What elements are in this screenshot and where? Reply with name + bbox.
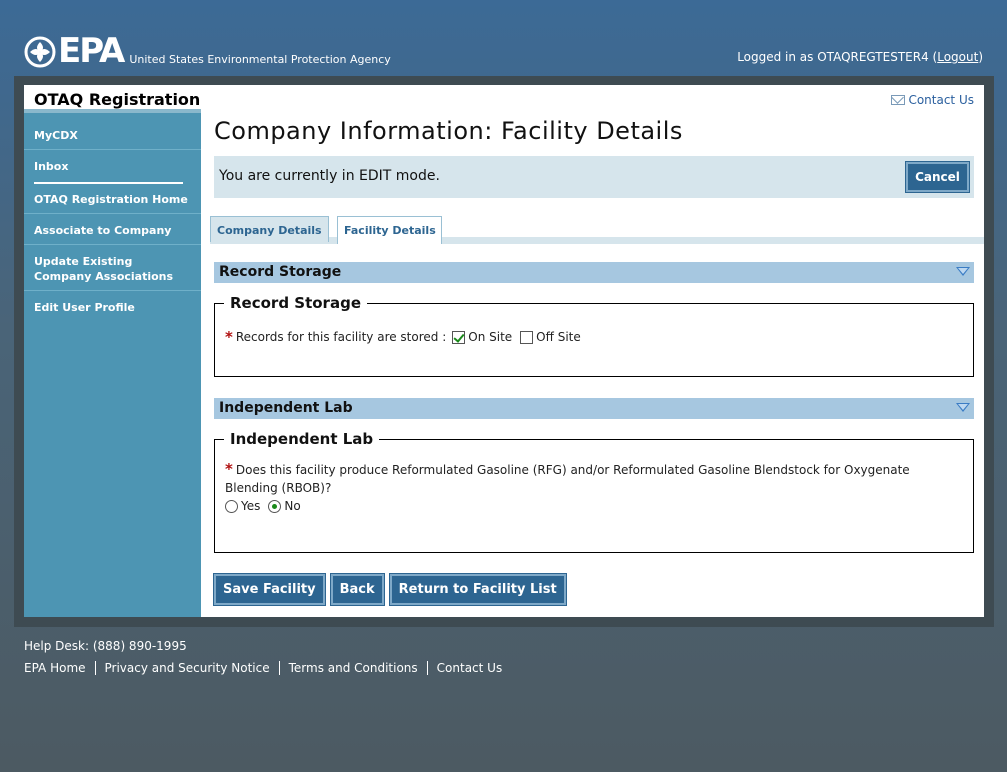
yes-label: Yes [241,499,261,513]
independent-lab-section-title: Independent Lab [219,400,353,416]
login-status: Logged in as OTAQREGTESTER4 (Logout) [737,50,983,64]
page-title: Company Information: Facility Details [214,117,683,145]
no-label: No [284,499,301,513]
sidebar-item-update-associations[interactable]: Update Existing Company Associations [24,245,201,291]
record-storage-question: Records for this facility are stored : [235,330,447,344]
footer-links: EPA Home Privacy and Security Notice Ter… [24,661,511,675]
on-site-label: On Site [468,330,513,344]
independent-lab-section-header[interactable]: Independent Lab [214,398,974,419]
rfg-radio-group: Yes No [225,499,973,513]
required-asterisk: * [225,328,233,346]
main-panel: OTAQ Registration MyCDX Inbox OTAQ Regis… [24,85,984,617]
sidebar-nav: MyCDX Inbox OTAQ Registration Home Assoc… [24,119,201,321]
record-storage-fieldset: Record Storage * Records for this facili… [214,294,974,377]
question-line2: Blending (RBOB)? [225,481,332,495]
footer-link-epa-home[interactable]: EPA Home [24,661,95,675]
epa-logo[interactable]: EPA United States Environmental Protecti… [24,34,391,68]
footer-link-contact[interactable]: Contact Us [426,661,512,675]
on-site-checkbox[interactable] [452,330,466,344]
independent-lab-question: * Does this facility produce Reformulated… [225,460,973,497]
return-to-list-button[interactable]: Return to Facility List [388,573,567,606]
cancel-button[interactable]: Cancel [905,161,970,193]
login-suffix: ) [978,50,983,64]
independent-lab-legend: Independent Lab [230,430,374,448]
form-actions: Save Facility Back Return to Facility Li… [213,573,567,606]
tab-facility-details[interactable]: Facility Details [337,216,442,244]
edit-mode-bar: You are currently in EDIT mode. Cancel [214,156,974,198]
required-asterisk: * [225,460,233,478]
sidebar-item-inbox[interactable]: Inbox [24,150,201,180]
record-storage-legend: Record Storage [230,294,361,312]
off-site-label: Off Site [536,330,581,344]
sidebar-item-edit-profile[interactable]: Edit User Profile [24,291,201,321]
record-storage-row: * Records for this facility are stored :… [225,328,973,346]
collapse-arrow-icon[interactable] [956,267,970,276]
yes-radio[interactable] [225,499,238,513]
sidebar-title: OTAQ Registration [24,85,201,113]
main-frame: OTAQ Registration MyCDX Inbox OTAQ Regis… [14,76,994,627]
site-footer: Help Desk: (888) 890-1995 EPA Home Priva… [24,639,511,675]
login-text: Logged in as OTAQREGTESTER4 ( [737,50,938,64]
content-area: Contact Us Company Information: Facility… [201,85,984,617]
independent-lab-fieldset: Independent Lab * Does this facility prod… [214,430,974,553]
save-facility-button[interactable]: Save Facility [213,573,326,606]
footer-link-privacy[interactable]: Privacy and Security Notice [94,661,279,675]
question-line1: Does this facility produce Reformulated … [235,463,910,477]
no-radio[interactable] [268,499,282,513]
collapse-arrow-icon[interactable] [956,403,970,412]
off-site-checkbox[interactable] [520,330,534,344]
sidebar-item-mycdx[interactable]: MyCDX [24,119,201,150]
contact-us-link[interactable]: Contact Us [891,93,974,107]
back-button[interactable]: Back [329,573,385,606]
epa-logo-text: EPA [58,31,125,71]
site-header: EPA United States Environmental Protecti… [0,0,1007,76]
tab-company-details[interactable]: Company Details [210,216,329,242]
sidebar-item-associate-company[interactable]: Associate to Company [24,214,201,245]
record-storage-section-title: Record Storage [219,264,342,280]
agency-name: United States Environmental Protection A… [129,53,391,66]
edit-mode-text: You are currently in EDIT mode. [219,168,440,184]
logout-link[interactable]: Logout [937,50,978,64]
tab-bar: Company Details Facility Details [210,216,984,244]
help-desk: Help Desk: (888) 890-1995 [24,639,187,653]
sidebar: OTAQ Registration MyCDX Inbox OTAQ Regis… [24,85,201,617]
envelope-icon [891,95,906,105]
sidebar-divider [34,182,183,184]
contact-us-label: Contact Us [908,93,974,107]
record-storage-section-header[interactable]: Record Storage [214,262,974,283]
epa-flower-icon [24,36,56,68]
sidebar-item-registration-home[interactable]: OTAQ Registration Home [24,188,201,214]
footer-link-terms[interactable]: Terms and Conditions [278,661,427,675]
